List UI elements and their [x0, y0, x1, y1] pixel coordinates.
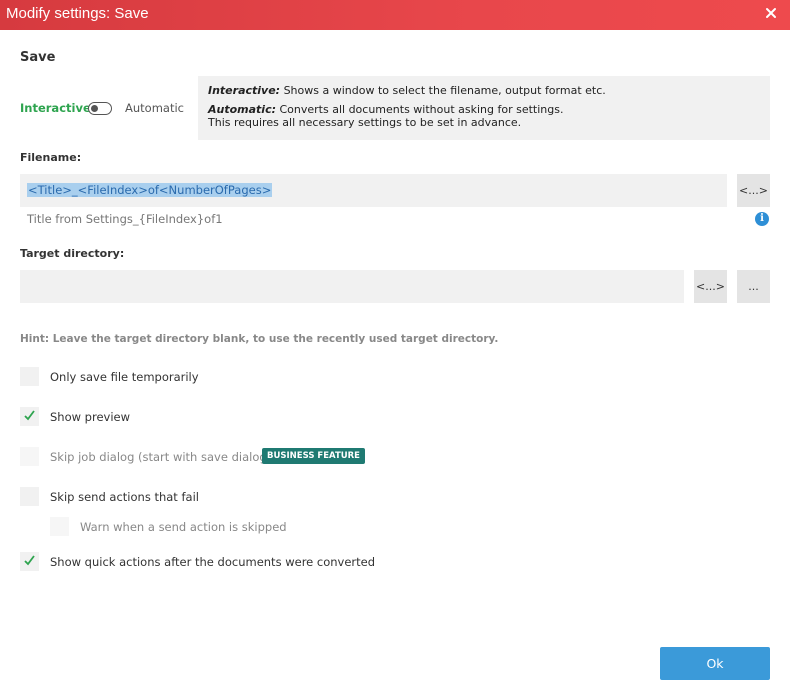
skip-send-actions-label: Skip send actions that fail [50, 490, 199, 504]
warn-skipped-checkbox [50, 517, 69, 536]
target-directory-input[interactable] [20, 270, 684, 303]
skip-job-dialog-checkbox [20, 447, 39, 466]
mode-interactive-label[interactable]: Interactive [20, 101, 91, 115]
show-quick-actions-checkbox[interactable] [20, 552, 39, 571]
filename-preview: Title from Settings_{FileIndex}of1 [27, 212, 223, 226]
mode-info-box: Interactive: Shows a window to select th… [198, 76, 770, 140]
filename-input[interactable]: <Title>_<FileIndex>of<NumberOfPages> [20, 174, 727, 207]
toggle-knob [91, 104, 98, 112]
info-interactive-text: Shows a window to select the filename, o… [280, 84, 606, 97]
only-temp-label: Only save file temporarily [50, 370, 199, 384]
close-icon[interactable] [764, 6, 778, 20]
mode-automatic-label[interactable]: Automatic [125, 101, 184, 115]
window-title: Modify settings: Save [6, 5, 149, 22]
target-token-button[interactable]: <...> [694, 270, 727, 303]
filename-token-button[interactable]: <...> [737, 174, 770, 207]
info-automatic-text: Converts all documents without asking fo… [276, 102, 564, 116]
target-hint: Hint: Leave the target directory blank, … [20, 333, 499, 345]
target-directory-label: Target directory: [20, 247, 125, 260]
ok-button[interactable]: Ok [660, 647, 770, 680]
skip-job-dialog-label: Skip job dialog (start with save dialog) [50, 450, 272, 464]
section-title: Save [20, 50, 56, 65]
info-icon[interactable]: i [755, 212, 769, 226]
business-feature-badge: BUSINESS FEATURE [262, 448, 365, 464]
show-preview-label: Show preview [50, 410, 131, 424]
show-quick-actions-label: Show quick actions after the documents w… [50, 555, 376, 569]
filename-value: <Title>_<FileIndex>of<NumberOfPages> [27, 183, 273, 197]
show-preview-checkbox[interactable] [20, 407, 39, 426]
info-automatic-line-2: This requires all necessary settings to … [208, 116, 522, 129]
info-automatic-line: Automatic: Converts all documents withou… [208, 103, 760, 117]
info-automatic-title: Automatic: [208, 102, 276, 116]
browse-button[interactable]: ... [737, 270, 770, 303]
title-bar: Modify settings: Save [0, 0, 790, 30]
skip-send-actions-checkbox[interactable] [20, 487, 39, 506]
mode-toggle[interactable] [88, 102, 112, 115]
filename-label: Filename: [20, 151, 82, 164]
only-temp-checkbox[interactable] [20, 367, 39, 386]
checkmark-icon [24, 555, 35, 566]
info-interactive-title: Interactive: [208, 84, 281, 97]
warn-skipped-label: Warn when a send action is skipped [80, 520, 287, 534]
info-interactive-line: Interactive: Shows a window to select th… [208, 84, 760, 98]
checkmark-icon [24, 410, 35, 421]
